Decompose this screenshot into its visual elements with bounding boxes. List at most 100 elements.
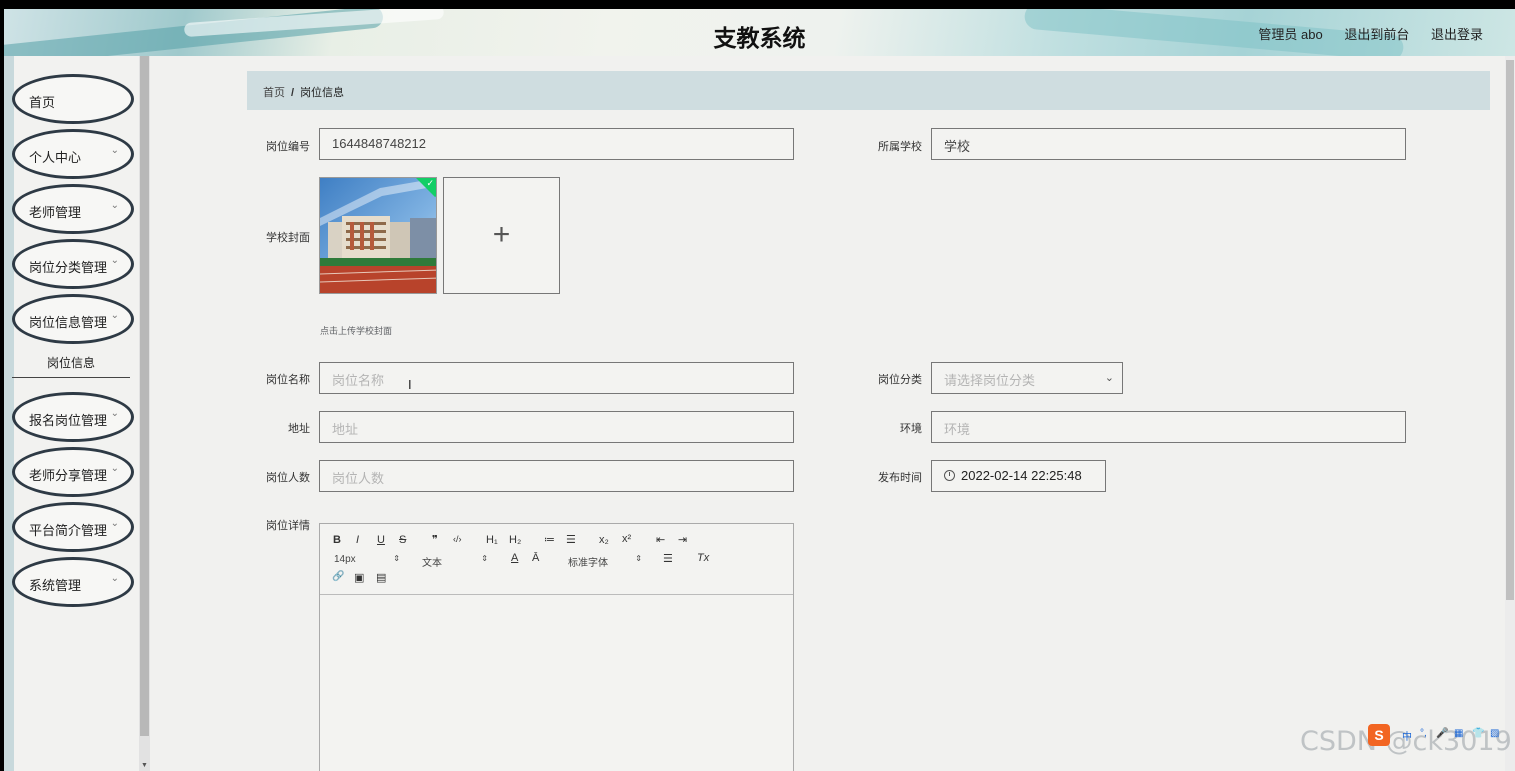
sidebar-item-label: 老师管理	[29, 205, 82, 220]
school-input[interactable]: 学校	[931, 128, 1406, 160]
sidebar-item-label: 岗位信息管理	[29, 315, 108, 330]
sidebar-item-system-mgmt[interactable]: 系统管理 ⌄	[12, 557, 134, 607]
sidebar-subitem-job-info[interactable]: 岗位信息	[12, 344, 130, 378]
image-icon[interactable]: ▣	[354, 571, 364, 584]
publish-time-picker[interactable]: 2022-02-14 22:25:48	[931, 460, 1106, 492]
check-icon: ✓	[426, 178, 434, 188]
updown-icon: ⇕	[481, 554, 488, 563]
updown-icon: ⇕	[393, 554, 400, 563]
environment-label: 环境	[900, 423, 922, 435]
superscript-button[interactable]: x²	[622, 533, 631, 545]
chevron-down-icon: ⌄	[1104, 372, 1114, 384]
detail-label: 岗位详情	[266, 520, 310, 532]
ime-punctuation-icon[interactable]: °,	[1420, 728, 1427, 739]
sidebar-item-label: 首页	[29, 95, 56, 110]
chevron-down-icon: ⌄	[110, 573, 119, 584]
subscript-button[interactable]: x₂	[599, 534, 609, 546]
sidebar-item-signup-mgmt[interactable]: 报名岗位管理 ⌄	[12, 392, 134, 442]
job-category-placeholder: 请选择岗位分类	[944, 373, 1036, 388]
format-select[interactable]: 文本 ⇕	[422, 554, 488, 569]
background-color-icon[interactable]: Ā	[532, 552, 539, 564]
bullet-list-icon[interactable]: ☰	[566, 533, 576, 546]
clear-format-icon[interactable]: Tx	[697, 552, 709, 564]
outdent-icon[interactable]: ⇤	[656, 533, 665, 546]
italic-button[interactable]: I	[356, 534, 359, 546]
editor-content-area[interactable]	[320, 595, 793, 771]
heading1-button[interactable]: H₁	[486, 534, 498, 546]
bold-button[interactable]: B	[333, 534, 341, 546]
upload-tip: 点击上传学校封面	[320, 326, 393, 336]
toolbox-icon[interactable]: ▧	[1490, 728, 1499, 739]
breadcrumb: 首页 / 岗位信息	[247, 71, 1490, 110]
font-size-select[interactable]: 14px ⇕	[334, 554, 400, 565]
sogou-logo-icon[interactable]: S	[1368, 724, 1390, 746]
sidebar-scrollbar[interactable]: ▼	[139, 56, 150, 771]
publish-time-value: 2022-02-14 22:25:48	[961, 468, 1082, 483]
publish-time-label: 发布时间	[878, 472, 922, 484]
job-name-input[interactable]: 岗位名称	[319, 362, 794, 394]
scroll-down-arrow-icon[interactable]: ▼	[139, 762, 150, 769]
link-icon[interactable]: 🔗	[332, 571, 344, 582]
underline-button[interactable]: U	[377, 534, 385, 546]
updown-icon: ⇕	[635, 554, 642, 563]
address-input[interactable]: 地址	[319, 411, 794, 443]
sidebar-item-personal-center[interactable]: 个人中心 ⌄	[12, 129, 134, 179]
address-label: 地址	[288, 423, 310, 435]
keyboard-icon[interactable]: ▦	[1454, 728, 1463, 739]
font-family-select[interactable]: 标准字体 ⇕	[568, 554, 642, 569]
chevron-down-icon: ⌄	[110, 518, 119, 529]
plus-icon: +	[492, 218, 511, 251]
align-icon[interactable]: ☰	[663, 552, 673, 565]
heading2-button[interactable]: H₂	[509, 534, 521, 546]
header-actions: 管理员 abo 退出到前台 退出登录	[1240, 24, 1483, 43]
chevron-down-icon: ⌄	[110, 145, 119, 156]
strike-button[interactable]: S	[399, 534, 406, 546]
font-size-value: 14px	[334, 554, 356, 565]
microphone-icon[interactable]: 🎤	[1436, 728, 1448, 739]
quote-icon[interactable]: ❞	[432, 533, 438, 546]
headcount-input[interactable]: 岗位人数	[319, 460, 794, 492]
sidebar-item-label: 报名岗位管理	[29, 413, 108, 428]
job-category-select[interactable]: 请选择岗位分类 ⌄	[931, 362, 1123, 394]
headcount-label: 岗位人数	[266, 472, 310, 484]
ordered-list-icon[interactable]: ≔	[544, 533, 555, 546]
format-value: 文本	[422, 558, 442, 569]
sidebar-scrollbar-thumb[interactable]	[140, 56, 149, 736]
text-cursor-icon: I	[408, 377, 412, 392]
code-icon[interactable]: ‹/›	[453, 534, 462, 544]
ime-chinese-icon[interactable]: 中	[1402, 728, 1412, 743]
font-color-icon[interactable]: A	[511, 552, 518, 564]
breadcrumb-home[interactable]: 首页	[263, 87, 285, 99]
job-name-label: 岗位名称	[266, 374, 310, 386]
cover-label: 学校封面	[266, 232, 310, 244]
sidebar-item-teacher-share-mgmt[interactable]: 老师分享管理 ⌄	[12, 447, 134, 497]
indent-icon[interactable]: ⇥	[678, 533, 687, 546]
font-family-value: 标准字体	[568, 558, 608, 569]
sidebar-item-label: 老师分享管理	[29, 468, 108, 483]
sidebar-item-label: 平台简介管理	[29, 523, 108, 538]
back-to-front-link[interactable]: 退出到前台	[1344, 27, 1409, 42]
main-scrollbar-thumb[interactable]	[1506, 60, 1514, 600]
school-cover-image[interactable]: ✓	[319, 177, 437, 294]
editor-toolbar: B I U S ❞ ‹/› H₁ H₂ ≔ ☰ x₂ x² ⇤ ⇥ 14px ⇕ …	[320, 524, 793, 595]
sidebar-item-home[interactable]: 首页	[12, 74, 134, 124]
sidebar-item-job-info-mgmt[interactable]: 岗位信息管理 ⌄	[12, 294, 134, 344]
ime-toolbar: S 中 °, 🎤 ▦ 👕 ▧	[1368, 724, 1510, 746]
logout-link[interactable]: 退出登录	[1431, 27, 1483, 42]
sidebar-item-platform-intro-mgmt[interactable]: 平台简介管理 ⌄	[12, 502, 134, 552]
upload-add-button[interactable]: +	[443, 177, 560, 294]
job-no-input[interactable]: 1644848748212	[319, 128, 794, 160]
video-icon[interactable]: ▤	[376, 571, 386, 584]
sidebar-item-teacher-mgmt[interactable]: 老师管理 ⌄	[12, 184, 134, 234]
school-label: 所属学校	[878, 141, 922, 153]
chevron-down-icon: ⌄	[110, 200, 119, 211]
main-scrollbar[interactable]	[1505, 56, 1515, 771]
skin-icon[interactable]: 👕	[1472, 728, 1484, 739]
clock-icon	[944, 470, 955, 481]
job-no-label: 岗位编号	[266, 141, 310, 153]
sidebar-item-job-category-mgmt[interactable]: 岗位分类管理 ⌄	[12, 239, 134, 289]
chevron-down-icon: ⌄	[110, 463, 119, 474]
app-header: 支教系统 管理员 abo 退出到前台 退出登录	[4, 9, 1515, 56]
chevron-up-icon: ⌄	[110, 310, 119, 321]
environment-input[interactable]: 环境	[931, 411, 1406, 443]
